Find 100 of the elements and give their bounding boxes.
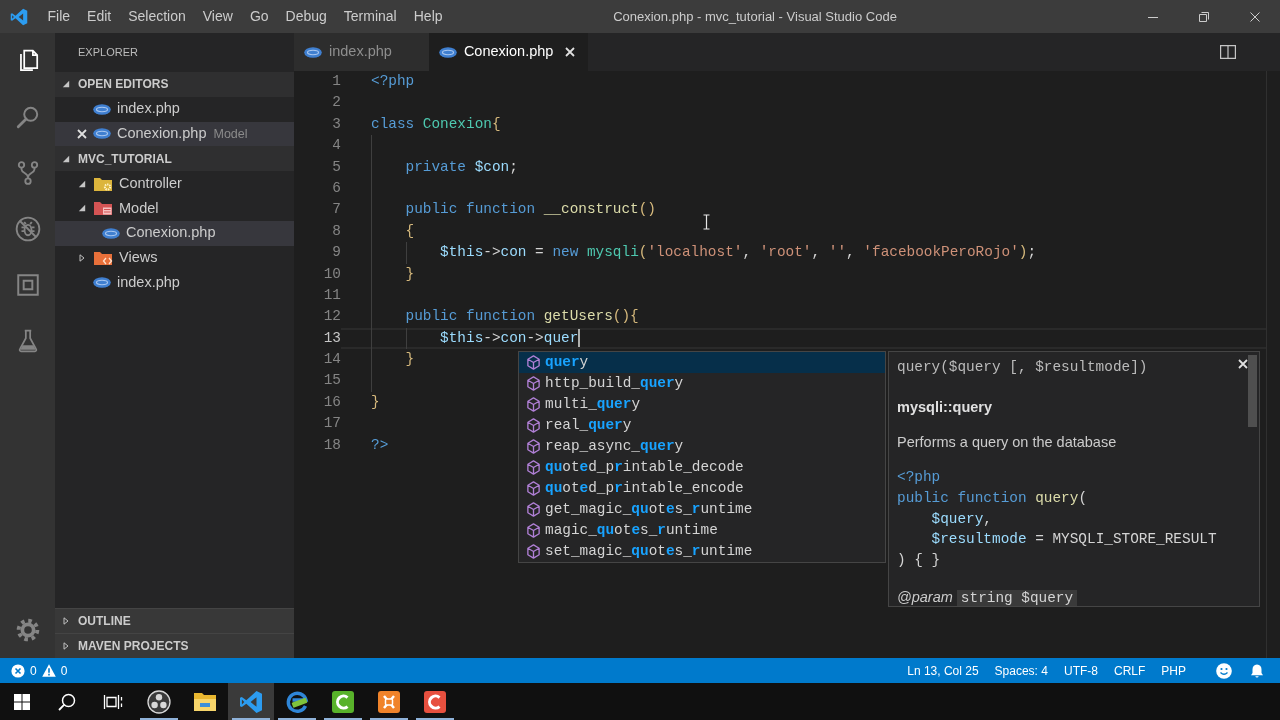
cube-icon — [526, 355, 541, 370]
menu-item[interactable]: Help — [405, 0, 452, 33]
tree-item[interactable]: Model — [55, 196, 294, 221]
code-line: <?php — [897, 468, 941, 487]
status-item[interactable]: UTF-8 — [1055, 658, 1106, 683]
suggestion-item[interactable]: multi_query — [519, 394, 885, 415]
code-line: class Conexion{ — [371, 114, 501, 134]
search-icon — [58, 692, 76, 711]
status-item[interactable]: CRLF — [1105, 658, 1154, 683]
code-line: } — [404, 264, 415, 284]
gear-folder-icon — [93, 175, 113, 192]
suggestion-item[interactable]: set_magic_quotes_runtime — [519, 541, 885, 562]
square-logo-icon — [423, 689, 447, 714]
signature-text: query($query [, $resultmode]) — [897, 358, 1148, 377]
close-icon — [1249, 11, 1260, 22]
crossed-bug-icon[interactable] — [14, 216, 41, 242]
line-number: 11 — [322, 285, 341, 305]
sidebar-title: EXPLORER — [77, 45, 139, 60]
open-editor-item[interactable]: Conexion.php Model — [55, 121, 294, 147]
php-file-icon — [102, 227, 120, 239]
suggestion-item[interactable]: query — [519, 352, 885, 373]
cross-logo-icon — [377, 689, 401, 714]
code-line: } — [404, 350, 415, 370]
square-logo-icon — [331, 689, 355, 714]
line-number: 1 — [331, 72, 341, 91]
section-header[interactable]: MAVEN PROJECTS — [55, 633, 294, 658]
line-number: 15 — [322, 371, 341, 391]
php-file-icon — [304, 46, 322, 58]
code-line: <?php — [371, 72, 415, 91]
cube-icon — [526, 397, 541, 412]
php-file-icon — [93, 277, 111, 289]
suggestion-item[interactable]: http_build_query — [519, 373, 885, 394]
tree-item[interactable]: Conexion.php — [55, 220, 294, 246]
code-line: ) { } — [897, 551, 941, 570]
line-number: 4 — [331, 136, 341, 156]
code-logo-icon — [239, 689, 263, 714]
code-line: $this->con->quer — [439, 328, 579, 348]
code-line: $this->con = new mysqli('localhost', 'root', '', 'facebookPeroRojo'); — [439, 243, 1037, 263]
line-number: 8 — [331, 221, 341, 241]
menu-item[interactable]: Edit — [78, 0, 120, 33]
suggestion-item[interactable]: quoted_printable_decode — [519, 457, 885, 478]
open-editor-item[interactable]: index.php — [55, 96, 294, 122]
code-line: public function getUsers(){ — [404, 307, 639, 327]
menu-item[interactable]: Debug — [277, 0, 336, 33]
line-number: 16 — [322, 392, 341, 412]
close-icon[interactable] — [77, 129, 87, 139]
menu-item[interactable]: Selection — [119, 0, 195, 33]
line-number: 3 — [331, 114, 341, 134]
four-panes-icon — [14, 693, 30, 710]
suggestion-item[interactable]: reap_async_query — [519, 436, 885, 457]
gear-icon[interactable] — [14, 617, 41, 643]
line-number: 5 — [331, 157, 341, 177]
error-icon — [11, 663, 25, 678]
code-line: } — [371, 392, 380, 412]
line-number: 10 — [322, 264, 341, 284]
line-number: 6 — [331, 178, 341, 198]
problems-button[interactable]: 0 0 — [0, 658, 76, 683]
code-line: { — [404, 221, 415, 241]
status-item[interactable]: Ln 13, Col 25 — [899, 658, 987, 683]
editor-tab[interactable]: Conexion.php — [428, 33, 589, 71]
menu-item[interactable]: View — [194, 0, 242, 33]
status-item[interactable]: Spaces: 4 — [986, 658, 1056, 683]
code-logo-icon — [10, 7, 28, 26]
split-editor-icon[interactable] — [1220, 45, 1236, 59]
close-icon[interactable] — [1238, 359, 1248, 369]
close-icon[interactable] — [565, 47, 576, 57]
cube-icon — [526, 376, 541, 391]
suggestion-item[interactable]: quoted_printable_encode — [519, 478, 885, 499]
list-folder-icon — [93, 200, 113, 217]
line-number: 13 — [322, 328, 341, 348]
squares-icon[interactable] — [14, 272, 41, 298]
suggestion-item[interactable]: real_query — [519, 415, 885, 436]
smiley-icon[interactable] — [1216, 662, 1232, 679]
line-number: 12 — [322, 307, 341, 327]
search-icon[interactable] — [14, 104, 41, 130]
menu-item[interactable]: File — [39, 0, 79, 33]
cube-icon — [526, 439, 541, 454]
tree-item[interactable]: Controller — [55, 171, 294, 196]
i-beam-pointer-icon — [703, 214, 710, 230]
tree-item[interactable]: index.php — [55, 270, 294, 296]
bell-icon[interactable] — [1249, 662, 1265, 679]
section-header[interactable]: OUTLINE — [55, 608, 294, 634]
menu-item[interactable]: Go — [241, 0, 278, 33]
line-number: 18 — [322, 435, 341, 455]
cube-icon — [526, 418, 541, 433]
status-item[interactable]: PHP — [1153, 658, 1194, 683]
scrollbar-thumb[interactable] — [1248, 355, 1257, 427]
section-header[interactable]: OPEN EDITORS — [55, 72, 294, 97]
code-folder-icon — [93, 249, 113, 266]
tree-item[interactable]: Views — [55, 245, 294, 271]
code-line: public function __construct() — [404, 200, 656, 220]
editor-tab[interactable]: index.php — [294, 33, 429, 71]
suggestion-item[interactable]: get_magic_quotes_runtime — [519, 499, 885, 520]
cube-icon — [526, 544, 541, 559]
section-header[interactable]: MVC_TUTORIAL — [55, 146, 294, 172]
cube-icon — [526, 460, 541, 475]
menu-item[interactable]: Terminal — [335, 0, 406, 33]
code-line: public function query( — [897, 488, 1087, 508]
cube-icon — [526, 481, 541, 496]
suggestion-item[interactable]: magic_quotes_runtime — [519, 520, 885, 541]
